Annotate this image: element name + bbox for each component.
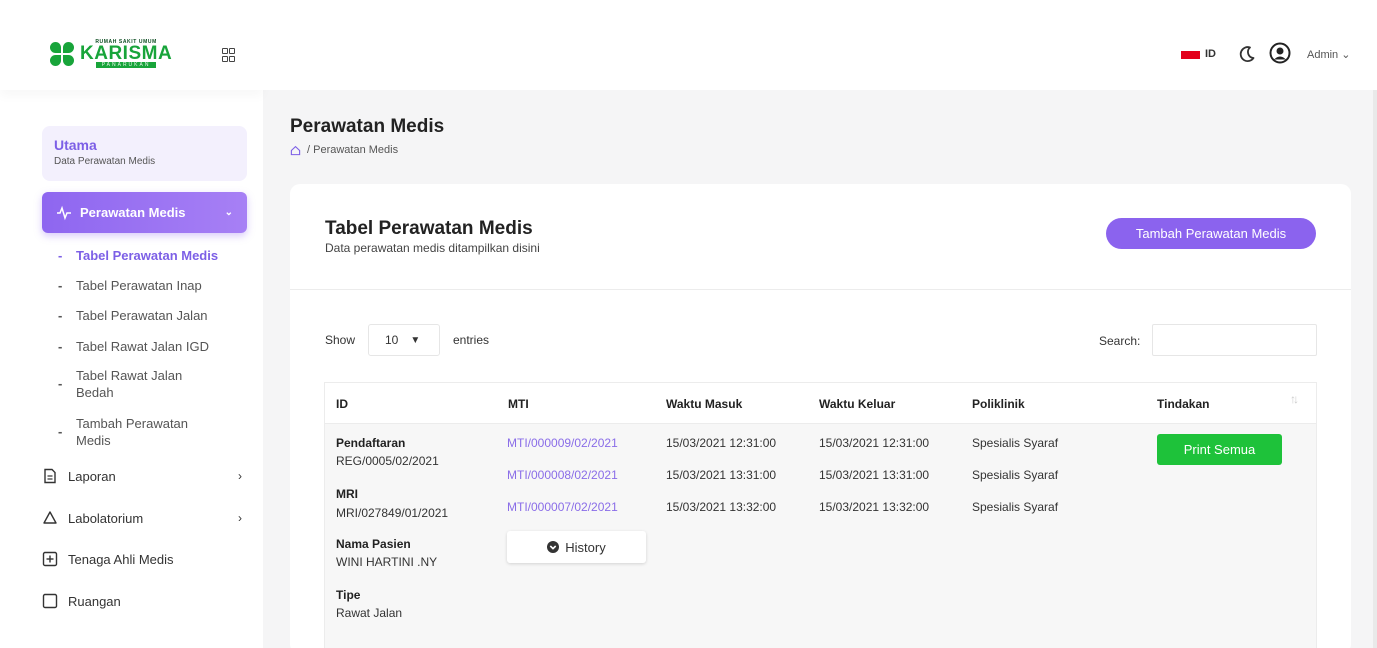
poliklinik-cell: Spesialis Syaraf [972,436,1059,450]
column-header-waktu-masuk[interactable]: Waktu Masuk [666,397,742,411]
history-label: History [565,539,606,555]
user-menu[interactable]: Admin ⌄ [1307,48,1350,61]
sidebar-subitem-tabel-perawatan-jalan[interactable]: - Tabel Perawatan Jalan [58,307,238,324]
mti-link[interactable]: MTI/000007/02/2021 [507,500,618,514]
chevron-right-icon: › [238,469,242,483]
logo-name: KARISMA [80,43,173,64]
waktu-masuk-cell: 15/03/2021 13:31:00 [666,468,777,482]
entries-value: 10 [385,333,399,347]
sidebar: RUMAH SAKIT UMUM KARISMA PANARUKAN Utama… [0,0,263,648]
hospital-logo[interactable]: RUMAH SAKIT UMUM KARISMA PANARUKAN [50,39,172,68]
mri-value: MRI/027849/01/2021 [336,506,449,520]
grid-menu-icon[interactable] [222,48,236,62]
clover-logo-icon [50,41,74,66]
column-header-tindakan[interactable]: Tindakan [1157,397,1209,411]
home-icon[interactable] [290,145,301,156]
nama-pasien-value: WINI HARTINI .NY [336,555,438,569]
poliklinik-cell: Spesialis Syaraf [972,468,1059,482]
sidebar-item-perawatan-medis[interactable]: Perawatan Medis ⌄ [42,192,247,233]
show-label: Show [325,333,356,347]
sidebar-subitem-tabel-rawat-jalan-bedah[interactable]: - Tabel Rawat Jalan Bedah [58,367,208,401]
moon-icon[interactable] [1237,44,1257,64]
column-header-id[interactable]: ID [336,397,348,411]
flag-id-icon[interactable] [1181,51,1200,59]
table-card: Tabel Perawatan Medis Data perawatan med… [290,184,1351,648]
tipe-value: Rawat Jalan [336,606,403,620]
add-perawatan-button[interactable]: Tambah Perawatan Medis [1106,218,1316,249]
utama-card[interactable]: Utama Data Perawatan Medis [42,126,247,181]
poliklinik-cell: Spesialis Syaraf [972,500,1059,514]
logo-bar: RUMAH SAKIT UMUM KARISMA PANARUKAN [0,0,263,90]
breadcrumb: / Perawatan Medis [290,144,398,156]
language-selector[interactable]: ID [1205,48,1216,60]
waktu-keluar-cell: 15/03/2021 13:31:00 [819,468,930,482]
sidebar-subitem-tambah-perawatan-medis[interactable]: - Tambah Perawatan Medis [58,415,208,449]
sidebar-item-label: Ruangan [68,593,121,609]
chevron-circle-icon [547,541,560,553]
history-button[interactable]: History [507,531,646,563]
logo-text: RUMAH SAKIT UMUM KARISMA PANARUKAN [80,39,172,68]
waktu-keluar-cell: 15/03/2021 12:31:00 [819,436,930,450]
breadcrumb-current: Perawatan Medis [313,144,399,156]
sidebar-item-tenaga-ahli-medis[interactable]: Tenaga Ahli Medis [42,549,242,569]
subitem-label: Tabel Perawatan Inap [76,278,202,293]
chevron-down-icon: ⌄ [1341,49,1351,61]
scrollbar[interactable] [1373,90,1377,648]
user-avatar-icon[interactable] [1269,42,1291,64]
waktu-masuk-cell: 15/03/2021 12:31:00 [666,436,777,450]
sidebar-item-ruangan[interactable]: Ruangan [42,591,242,611]
pendaftaran-value: REG/0005/02/2021 [336,454,439,468]
user-name: Admin [1307,49,1339,61]
nama-pasien-label: Nama Pasien [336,537,411,551]
sidebar-subitem-tabel-perawatan-inap[interactable]: - Tabel Perawatan Inap [58,277,238,294]
print-semua-button[interactable]: Print Semua [1157,434,1282,465]
card-title: Tabel Perawatan Medis [325,218,533,239]
sidebar-item-label: Laporan [68,468,116,484]
subitem-label: Tabel Perawatan Medis [76,248,219,263]
sidebar-item-label: Perawatan Medis [80,205,186,220]
page-title: Perawatan Medis [290,116,445,137]
waktu-keluar-cell: 15/03/2021 13:32:00 [819,500,930,514]
sidebar-item-laporan[interactable]: Laporan › [42,466,242,486]
plus-square-icon [42,551,58,567]
entries-label: entries [453,333,490,347]
document-icon [44,468,56,484]
column-header-poliklinik[interactable]: Poliklinik [972,397,1025,411]
chevron-down-icon: ▼ [410,334,421,346]
divider [290,289,1351,290]
column-header-mti[interactable]: MTI [508,397,529,411]
sidebar-item-label: Tenaga Ahli Medis [68,551,174,567]
search-label: Search: [1099,334,1141,348]
pendaftaran-label: Pendaftaran [336,436,406,450]
search-input[interactable] [1152,324,1317,356]
subitem-label: Tabel Rawat Jalan Bedah [76,368,183,400]
mti-link[interactable]: MTI/000008/02/2021 [507,468,618,482]
subitem-label: Tabel Perawatan Jalan [76,308,208,323]
sidebar-subitem-tabel-rawat-jalan-igd[interactable]: - Tabel Rawat Jalan IGD [58,338,238,355]
sidebar-subitem-tabel-perawatan-medis[interactable]: - Tabel Perawatan Medis [58,247,238,264]
entries-select[interactable]: 10 ▼ [368,324,440,356]
card-subtitle: Data perawatan medis ditampilkan disini [325,241,540,255]
waktu-masuk-cell: 15/03/2021 13:32:00 [666,500,777,514]
subitem-label: Tabel Rawat Jalan IGD [76,339,209,354]
column-header-waktu-keluar[interactable]: Waktu Keluar [819,397,895,411]
sort-icon[interactable]: ↑↓ [1290,392,1299,406]
sidebar-item-label: Labolatorium [68,510,144,526]
utama-subtitle: Data Perawatan Medis [54,156,156,167]
data-table: ID MTI Waktu Masuk Waktu Keluar Poliklin… [324,382,1317,648]
logo-sub-text: PANARUKAN [95,62,157,68]
chevron-down-icon: ⌄ [224,207,233,218]
flask-icon [43,511,57,524]
mti-link[interactable]: MTI/000009/02/2021 [507,436,618,450]
subitem-label: Tambah Perawatan Medis [76,416,189,448]
mri-label: MRI [336,487,358,501]
utama-title: Utama [54,137,97,153]
top-header: ID Admin ⌄ [263,0,1377,90]
chevron-right-icon: › [238,511,242,525]
tipe-label: Tipe [336,588,361,602]
pulse-icon [57,205,71,220]
square-icon [42,593,58,609]
sidebar-item-labolatorium[interactable]: Labolatorium › [42,508,242,528]
